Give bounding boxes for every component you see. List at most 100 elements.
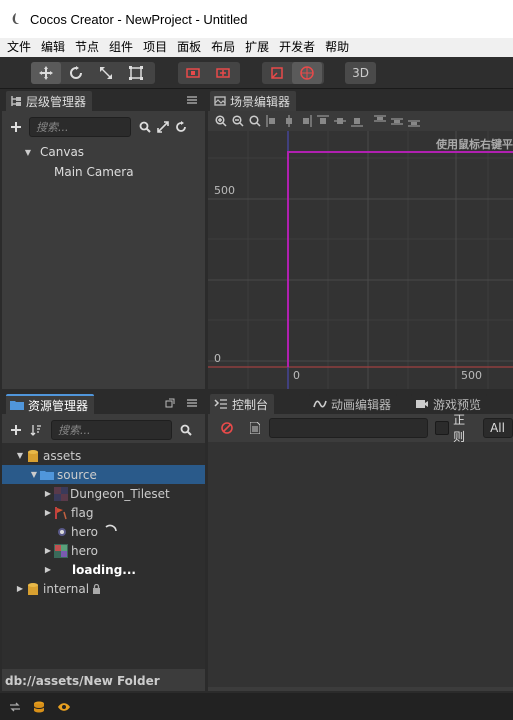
tileset-icon	[54, 486, 68, 501]
asset-label: flag	[71, 505, 94, 520]
tree-node-main-camera[interactable]: Main Camera	[2, 162, 205, 182]
pivot-tools	[178, 62, 240, 84]
search-icon[interactable]	[136, 118, 154, 136]
asset-row-internal[interactable]: ▶ internal	[2, 579, 205, 598]
collapse-arrow-icon[interactable]: ▶	[42, 489, 54, 498]
console-tab-label: 控制台	[232, 397, 269, 412]
scene-tab-label: 场景编辑器	[230, 94, 291, 109]
asset-label: assets	[43, 448, 82, 463]
align-vcenter-icon[interactable]	[331, 113, 348, 129]
hierarchy-tab-label: 层级管理器	[26, 94, 87, 109]
expand-all-icon[interactable]	[154, 118, 172, 136]
rect-tool-icon[interactable]	[121, 62, 151, 84]
tree-node-label: Main Camera	[54, 165, 134, 179]
collapse-arrow-icon[interactable]: ▶	[42, 565, 54, 574]
title-bar: Cocos Creator - NewProject - Untitled	[0, 0, 513, 38]
grid-icon[interactable]	[292, 62, 322, 84]
tree-node-label: Canvas	[40, 145, 85, 159]
scene-viewport[interactable]: 使用鼠标右键平 500 0 0 500	[208, 131, 513, 389]
console-panel: 控制台 动画编辑器 游戏预览 正则 All	[208, 392, 513, 691]
asset-row-source[interactable]: ▼ source	[2, 465, 205, 484]
zoom-reset-icon[interactable]	[246, 113, 263, 129]
asset-row-flag[interactable]: ▶ flag	[2, 503, 205, 522]
align-right-icon[interactable]	[297, 113, 314, 129]
database-icon[interactable]	[33, 701, 45, 713]
log-level-select[interactable]: All	[483, 418, 513, 438]
preview-eye-icon[interactable]	[57, 702, 71, 712]
assets-search-input[interactable]: 搜索...	[51, 420, 172, 440]
align-hcenter-icon[interactable]	[280, 113, 297, 129]
main-toolbar: 3D	[0, 57, 513, 89]
toggle-3d-button[interactable]: 3D	[345, 62, 376, 84]
menu-layout[interactable]: 布局	[206, 38, 240, 57]
tree-node-canvas[interactable]: ▼ Canvas	[2, 142, 205, 162]
tab-console[interactable]: 控制台	[210, 394, 275, 414]
menu-file[interactable]: 文件	[2, 38, 36, 57]
expand-arrow-icon[interactable]: ▼	[28, 470, 40, 479]
hierarchy-menu-icon[interactable]	[183, 91, 201, 109]
console-tab-icon	[214, 398, 228, 410]
refresh-icon[interactable]	[172, 118, 190, 136]
scene-panel: 场景编辑器 使用鼠标右键平 500 0 0 500	[208, 89, 513, 389]
add-node-icon[interactable]	[7, 118, 25, 136]
align-top-icon[interactable]	[314, 113, 331, 129]
distribute-top-icon[interactable]	[371, 113, 388, 129]
add-asset-icon[interactable]	[7, 421, 25, 439]
asset-label: hero	[71, 543, 98, 558]
console-output	[208, 442, 513, 687]
console-toolbar: 正则 All	[208, 413, 513, 444]
move-tool-icon[interactable]	[31, 62, 61, 84]
expand-arrow-icon[interactable]: ▼	[22, 148, 34, 157]
zoom-in-icon[interactable]	[212, 113, 229, 129]
distribute-bottom-icon[interactable]	[405, 113, 422, 129]
asset-row-hero-prefab[interactable]: hero	[2, 522, 205, 541]
clear-console-icon[interactable]	[218, 419, 236, 437]
y-axis-label-0: 0	[214, 352, 221, 365]
tab-scene[interactable]: 场景编辑器	[210, 91, 297, 111]
tab-animation-editor[interactable]: 动画编辑器	[309, 394, 398, 414]
menu-node[interactable]: 节点	[70, 38, 104, 57]
align-left-icon[interactable]	[263, 113, 280, 129]
asset-row-assets[interactable]: ▼ assets	[2, 446, 205, 465]
flag-sprite-icon	[54, 506, 68, 520]
asset-tree: ▼ assets ▼ source ▶ Dungeon_Tileset ▶ fl…	[2, 443, 205, 669]
menu-extension[interactable]: 扩展	[240, 38, 274, 57]
assets-header: 资源管理器	[2, 392, 205, 414]
align-bottom-icon[interactable]	[348, 113, 365, 129]
console-filter-input[interactable]	[268, 418, 429, 438]
asset-label: internal	[43, 581, 90, 596]
menu-edit[interactable]: 编辑	[36, 38, 70, 57]
x-axis-label-500: 500	[461, 369, 482, 382]
global-local-icon[interactable]	[208, 62, 238, 84]
asset-path-footer: db://assets/New Folder	[2, 671, 205, 691]
search-icon[interactable]	[177, 421, 195, 439]
pivot-icon[interactable]	[178, 62, 208, 84]
y-axis-label-500: 500	[214, 184, 235, 197]
tab-hierarchy[interactable]: 层级管理器	[6, 91, 93, 111]
snap-icon[interactable]	[262, 62, 292, 84]
assets-menu-icon[interactable]	[183, 394, 201, 412]
popout-icon[interactable]	[161, 394, 179, 412]
scale-tool-icon[interactable]	[91, 62, 121, 84]
expand-arrow-icon[interactable]: ▼	[14, 451, 26, 460]
sort-icon[interactable]	[27, 421, 45, 439]
collapse-arrow-icon[interactable]: ▶	[14, 584, 26, 593]
menu-project[interactable]: 项目	[138, 38, 172, 57]
collapse-arrow-icon[interactable]: ▶	[42, 546, 54, 555]
zoom-out-icon[interactable]	[229, 113, 246, 129]
collapse-arrow-icon[interactable]: ▶	[42, 508, 54, 517]
tab-assets[interactable]: 资源管理器	[6, 394, 95, 414]
menu-component[interactable]: 组件	[104, 38, 138, 57]
distribute-vcenter-icon[interactable]	[388, 113, 405, 129]
rotate-tool-icon[interactable]	[61, 62, 91, 84]
animation-tab-label: 动画编辑器	[331, 397, 392, 412]
menu-help[interactable]: 帮助	[320, 38, 354, 57]
open-log-file-icon[interactable]	[246, 419, 264, 437]
asset-row-hero-texture[interactable]: ▶ hero	[2, 541, 205, 560]
network-icon[interactable]	[9, 702, 21, 712]
asset-row-dungeon-tileset[interactable]: ▶ Dungeon_Tileset	[2, 484, 205, 503]
hierarchy-search-input[interactable]: 搜索...	[29, 117, 131, 137]
menu-developer[interactable]: 开发者	[274, 38, 320, 57]
menu-panel[interactable]: 面板	[172, 38, 206, 57]
regex-checkbox[interactable]	[435, 421, 450, 435]
